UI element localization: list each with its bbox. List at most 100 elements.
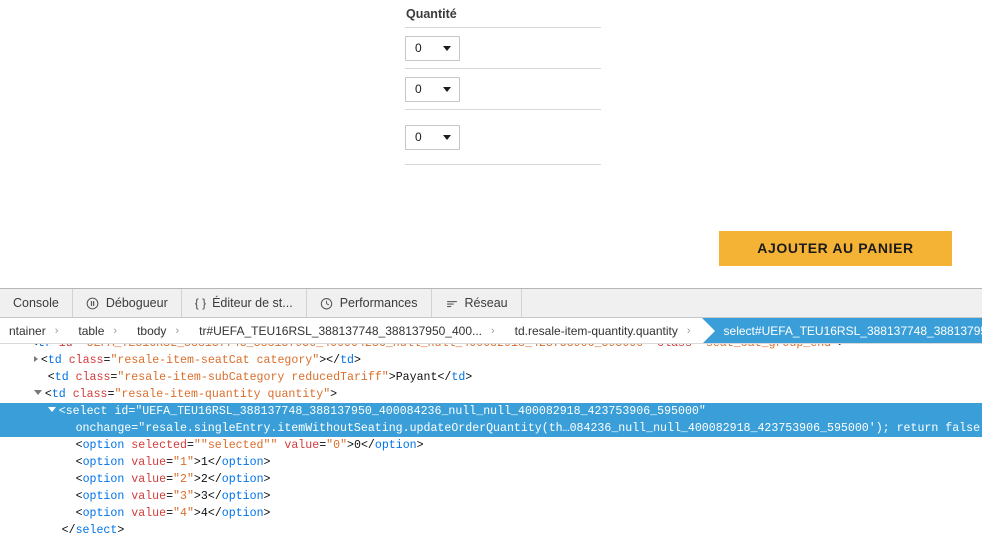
devtools-tab-label: Console bbox=[13, 296, 59, 310]
breadcrumb-item-label: table bbox=[78, 323, 105, 338]
markup-line[interactable]: </select> bbox=[0, 522, 982, 537]
quantity-select-3[interactable]: 0 bbox=[405, 124, 460, 150]
markup-token-attr: class bbox=[75, 371, 111, 384]
markup-token-txt: 0 bbox=[354, 439, 361, 452]
markup-line[interactable]: <td class="resale-item-seatCat category"… bbox=[0, 352, 982, 369]
markup-token-txt: 4 bbox=[200, 507, 208, 520]
twisty-expanded-icon[interactable] bbox=[33, 390, 42, 396]
curly-braces-icon: { } bbox=[194, 296, 207, 310]
devtools-tab-r-seau[interactable]: Réseau bbox=[431, 289, 522, 317]
markup-token-punc: < bbox=[40, 354, 48, 367]
markup-token-punc: > bbox=[354, 354, 361, 367]
add-to-cart-button[interactable]: AJOUTER AU PANIER bbox=[719, 231, 952, 266]
screenshot-root: Quantité 0 0 0 AJOUTER AU PANIER Console… bbox=[0, 0, 982, 537]
stopwatch-icon bbox=[320, 296, 334, 310]
markup-token-punc: > bbox=[838, 344, 845, 350]
markup-token-punc: = bbox=[166, 507, 174, 520]
markup-token-punc: </ bbox=[207, 473, 222, 486]
markup-token-val: "0" bbox=[326, 439, 348, 452]
devtools-tab-label: Performances bbox=[339, 296, 418, 310]
markup-token-punc: = bbox=[186, 439, 194, 452]
breadcrumb-item-selected[interactable]: select#UEFA_TEU16RSL_388137748_388137950… bbox=[701, 318, 982, 343]
markup-token-val: "UEFA_TEU16RSL_388137748_388137950_40000… bbox=[80, 344, 651, 350]
markup-view[interactable]: <tr id="UEFA_TEU16RSL_388137748_38813795… bbox=[0, 344, 982, 537]
markup-token-txt: 1 bbox=[200, 456, 208, 469]
markup-line[interactable]: onchange="resale.singleEntry.itemWithout… bbox=[0, 420, 982, 437]
markup-token-val: "resale-item-subCategory reducedTariff" bbox=[117, 371, 389, 384]
markup-line[interactable]: <option value="4">4</option> bbox=[0, 505, 982, 522]
quantity-row: 0 bbox=[405, 69, 601, 110]
breadcrumb-item-label: tbody bbox=[137, 323, 167, 338]
devtools-tab-d-bogueur[interactable]: Débogueur bbox=[72, 289, 182, 317]
markup-token-tag: option bbox=[82, 456, 125, 469]
markup-token-punc: > bbox=[330, 388, 338, 401]
breadcrumb-item[interactable]: td.resale-item-quantity.quantity › bbox=[505, 318, 702, 343]
quantity-row: 0 bbox=[405, 110, 601, 165]
breadcrumb-item[interactable]: tbody › bbox=[128, 318, 191, 343]
quantity-select-2[interactable]: 0 bbox=[405, 76, 460, 102]
quantity-row: 0 bbox=[405, 28, 601, 69]
breadcrumb-item[interactable]: tr#UEFA_TEU16RSL_388137748_388137950_400… bbox=[190, 318, 506, 343]
quantity-select-1-value: 0 bbox=[415, 41, 422, 55]
markup-token-punc: > bbox=[416, 439, 424, 452]
breadcrumb: ntainer › table › tbody › tr#UEFA_TEU16RSL_388… bbox=[0, 318, 982, 344]
markup-token-val: "2" bbox=[173, 473, 194, 486]
markup-token-punc: > bbox=[193, 490, 201, 503]
markup-token-val: ""selected"" bbox=[193, 439, 278, 452]
quantity-column-header: Quantité bbox=[405, 0, 601, 28]
markup-token-attr: value bbox=[284, 439, 320, 452]
markup-line[interactable]: <option selected=""selected"" value="0">… bbox=[0, 437, 982, 454]
markup-line[interactable]: <option value="2">2</option> bbox=[0, 471, 982, 488]
markup-token-attr: value bbox=[131, 490, 167, 503]
breadcrumb-item-label: select#UEFA_TEU16RSL_388137748_388137950… bbox=[723, 323, 982, 338]
markup-token-punc bbox=[52, 344, 59, 350]
markup-line[interactable]: <td class="resale-item-quantity quantity… bbox=[0, 386, 982, 403]
markup-token-punc: < bbox=[58, 405, 66, 418]
markup-indent bbox=[6, 473, 62, 486]
markup-token-punc bbox=[62, 354, 69, 367]
markup-token-val: "resale-item-seatCat category" bbox=[110, 354, 320, 367]
markup-token-punc: = bbox=[166, 456, 174, 469]
breadcrumb-item[interactable]: ntainer › bbox=[0, 318, 70, 343]
twisty-collapsed-icon[interactable] bbox=[33, 355, 38, 362]
quantity-select-1[interactable]: 0 bbox=[405, 35, 460, 61]
chevron-down-icon bbox=[443, 46, 451, 51]
markup-line[interactable]: <option value="3">3</option> bbox=[0, 488, 982, 505]
devtools-tab-label: Débogueur bbox=[105, 296, 168, 310]
markup-token-attr: onchange bbox=[75, 422, 132, 435]
web-page-area: Quantité 0 0 0 AJOUTER AU PANIER bbox=[0, 0, 982, 288]
markup-token-txt: 3 bbox=[200, 490, 208, 503]
markup-token-attr: id bbox=[114, 405, 129, 418]
markup-token-val: "3" bbox=[173, 490, 194, 503]
markup-token-punc: = bbox=[166, 473, 174, 486]
markup-token-punc: < bbox=[47, 371, 55, 384]
markup-token-punc: = bbox=[73, 344, 80, 350]
chevron-right-icon: › bbox=[54, 324, 59, 337]
markup-token-punc bbox=[66, 388, 73, 401]
markup-token-tag: td bbox=[340, 354, 354, 367]
markup-token-punc: > bbox=[193, 456, 201, 469]
markup-token-punc: </ bbox=[207, 507, 222, 520]
devtools-tab-performances[interactable]: Performances bbox=[306, 289, 432, 317]
markup-token-tag: td bbox=[54, 371, 69, 384]
quantity-column: Quantité 0 0 0 bbox=[405, 0, 601, 165]
devtools-tab-console[interactable]: Console bbox=[0, 289, 73, 317]
markup-token-punc: < bbox=[44, 388, 52, 401]
markup-line[interactable]: <select id="UEFA_TEU16RSL_388137748_3881… bbox=[0, 403, 982, 420]
markup-token-punc: ></ bbox=[319, 354, 341, 367]
devtools-tab--diteur-de-st[interactable]: { } Éditeur de st... bbox=[181, 289, 307, 317]
markup-token-tag: option bbox=[221, 473, 264, 486]
markup-token-tag: option bbox=[82, 439, 125, 452]
markup-token-tag: td bbox=[51, 388, 66, 401]
markup-token-attr: value bbox=[131, 473, 167, 486]
breadcrumb-item[interactable]: table › bbox=[69, 318, 129, 343]
markup-line[interactable]: <td class="resale-item-subCategory reduc… bbox=[0, 369, 982, 386]
chevron-down-icon bbox=[443, 135, 451, 140]
markup-token-tag: select bbox=[75, 524, 118, 537]
markup-line[interactable]: <option value="1">1</option> bbox=[0, 454, 982, 471]
markup-line[interactable]: <tr id="UEFA_TEU16RSL_388137748_38813795… bbox=[0, 344, 982, 352]
twisty-expanded-icon[interactable] bbox=[47, 407, 56, 413]
